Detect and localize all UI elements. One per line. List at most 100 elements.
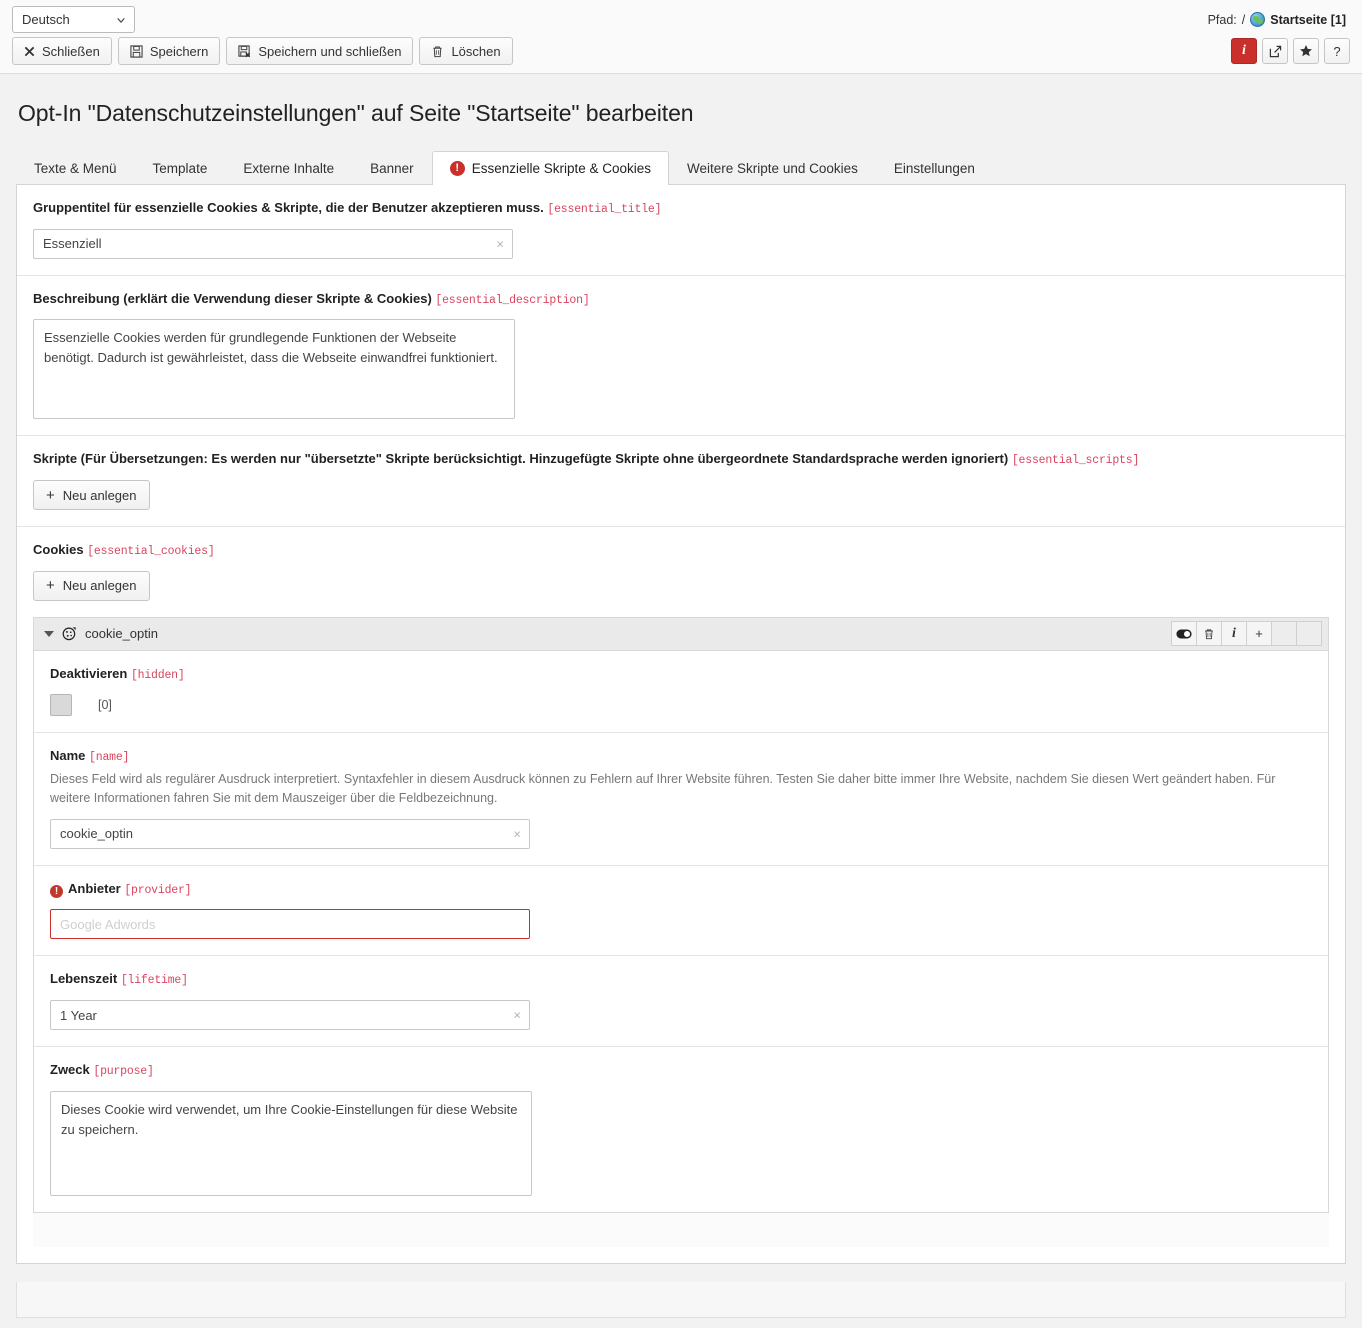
caret-down-icon[interactable]: [44, 630, 54, 637]
tab-banner[interactable]: Banner: [352, 151, 432, 185]
save-button[interactable]: Speichern: [117, 37, 221, 65]
tab-template[interactable]: Template: [135, 151, 226, 185]
essential-scripts-label: Skripte (Für Übersetzungen: Es werden nu…: [33, 450, 1329, 470]
add-script-button-label: Neu anlegen: [62, 487, 137, 503]
clear-icon[interactable]: ×: [513, 1009, 521, 1022]
lifetime-key: [lifetime]: [120, 974, 188, 988]
add-cookie-button[interactable]: + Neu anlegen: [33, 570, 150, 601]
empty-slot-1: [1271, 621, 1297, 647]
tab-weitere-skripte-cookies[interactable]: Weitere Skripte und Cookies: [669, 151, 876, 185]
info-button[interactable]: i: [1231, 38, 1257, 64]
essential-description-key: [essential_description]: [435, 293, 590, 307]
close-button-label: Schließen: [42, 43, 100, 59]
language-select[interactable]: Deutsch: [12, 6, 135, 33]
purpose-label: Zweck [purpose]: [50, 1061, 1312, 1081]
hidden-checkbox[interactable]: [50, 694, 72, 717]
field-hidden: Deaktivieren [hidden] [0]: [34, 650, 1328, 734]
delete-button-label: Löschen: [451, 43, 501, 59]
floppy-disk-x-icon: [238, 44, 251, 57]
cookie-item-title: cookie_optin: [85, 626, 158, 642]
name-key: [name]: [89, 751, 130, 765]
tab-texte-menu[interactable]: Texte & Menü: [16, 151, 135, 185]
cookie-item: cookie_optin i + Deaktivieren [hidden] […: [33, 616, 1329, 1213]
plus-icon: +: [46, 577, 55, 595]
lifetime-label: Lebenszeit [lifetime]: [50, 970, 1312, 990]
essential-description-label: Beschreibung (erklärt die Verwendung die…: [33, 290, 1329, 310]
help-button[interactable]: ?: [1324, 38, 1350, 64]
hidden-label-text: Deaktivieren: [50, 665, 128, 681]
add-script-button[interactable]: + Neu anlegen: [33, 480, 150, 511]
clear-icon[interactable]: ×: [496, 237, 504, 250]
essential-description-label-text: Beschreibung (erklärt die Verwendung die…: [33, 290, 432, 306]
essential-scripts-key: [essential_scripts]: [1011, 454, 1140, 468]
essential-scripts-label-text: Skripte (Für Übersetzungen: Es werden nu…: [33, 451, 1009, 467]
field-purpose: Zweck [purpose]: [34, 1047, 1328, 1212]
essential-title-label: Gruppentitel für essenzielle Cookies & S…: [33, 199, 1329, 219]
hidden-value: [0]: [98, 698, 112, 713]
field-essential-scripts: Skripte (Für Übersetzungen: Es werden nu…: [17, 436, 1345, 528]
field-essential-title: Gruppentitel für essenzielle Cookies & S…: [17, 185, 1345, 276]
language-select-wrapper[interactable]: Deutsch: [12, 6, 135, 33]
lifetime-input-wrapper: ×: [50, 1000, 530, 1031]
open-external-button[interactable]: [1262, 38, 1288, 64]
globe-icon: [1250, 12, 1266, 27]
cookie-item-header[interactable]: cookie_optin i +: [34, 617, 1328, 651]
page-title: Opt-In "Datenschutzeinstellungen" auf Se…: [18, 100, 694, 126]
name-help-text: Dieses Feld wird als regulärer Ausdruck …: [50, 772, 1276, 806]
lifetime-input[interactable]: [50, 1000, 530, 1031]
favorite-button[interactable]: [1293, 38, 1319, 64]
name-input[interactable]: [50, 818, 530, 849]
tab-label: Banner: [370, 161, 414, 176]
tab-label: Essenzielle Skripte & Cookies: [471, 161, 652, 176]
toggle-active-button[interactable]: [1171, 621, 1197, 647]
essential-cookies-label-text: Cookies: [33, 542, 84, 558]
field-lifetime: Lebenszeit [lifetime] ×: [34, 956, 1328, 1048]
tab-essenzielle-skripte-cookies[interactable]: ! Essenzielle Skripte & Cookies: [431, 151, 670, 185]
floppy-disk-icon: [130, 44, 143, 58]
top-toolbar: Deutsch Pfad: / Startseite [1] Schließen: [0, 0, 1362, 74]
name-label: Name [name]: [50, 747, 1312, 767]
path-label: Pfad:: [1207, 12, 1237, 27]
clear-icon[interactable]: ×: [513, 827, 521, 840]
save-and-close-button[interactable]: Speichern und schließen: [226, 37, 414, 65]
tab-label: Template: [152, 161, 208, 176]
info-cookie-button[interactable]: i: [1221, 621, 1247, 647]
error-icon: !: [449, 161, 465, 176]
tab-panel-essential: Gruppentitel für essenzielle Cookies & S…: [16, 185, 1346, 1264]
star-icon: [1300, 45, 1312, 57]
essential-title-input[interactable]: [33, 228, 513, 259]
external-link-icon: [1269, 45, 1281, 57]
delete-cookie-button[interactable]: [1196, 621, 1222, 647]
tab-externe-inhalte[interactable]: Externe Inhalte: [225, 151, 352, 185]
provider-input[interactable]: [50, 909, 530, 940]
provider-label: ! Anbieter [provider]: [50, 880, 1312, 900]
purpose-key: [purpose]: [93, 1065, 154, 1079]
tab-label: Einstellungen: [893, 161, 975, 176]
field-essential-cookies: Cookies [essential_cookies] + Neu anlege…: [17, 527, 1345, 1263]
empty-slot-2: [1296, 621, 1322, 647]
close-button[interactable]: Schließen: [12, 37, 112, 65]
delete-button[interactable]: Löschen: [419, 37, 513, 65]
panel-footer-spacer: [33, 1212, 1329, 1247]
add-cookie-row-button[interactable]: +: [1246, 621, 1272, 647]
tab-einstellungen[interactable]: Einstellungen: [876, 151, 993, 185]
utility-icon-group: i ?: [1231, 38, 1350, 64]
purpose-textarea[interactable]: [50, 1090, 532, 1196]
essential-description-textarea[interactable]: [33, 319, 515, 420]
toggle-icon: [1176, 629, 1192, 639]
required-error-icon: !: [50, 885, 63, 899]
hidden-label: Deaktivieren [hidden]: [50, 665, 1312, 685]
field-name: Name [name] Dieses Feld wird als regulär…: [34, 733, 1328, 866]
trash-icon: [433, 46, 443, 57]
tab-bar: Texte & Menü Template Externe Inhalte Ba…: [16, 151, 1346, 185]
essential-title-key: [essential_title]: [547, 203, 662, 216]
hidden-key: [hidden]: [130, 668, 185, 682]
tab-label: Externe Inhalte: [243, 161, 335, 176]
add-cookie-button-label: Neu anlegen: [62, 578, 137, 594]
field-provider: ! Anbieter [provider]: [34, 865, 1328, 957]
trash-icon: [1205, 629, 1213, 639]
info-cookie-button-glyph: i: [1232, 625, 1236, 641]
name-label-text: Name: [50, 748, 86, 764]
plus-icon: +: [46, 486, 55, 504]
essential-cookies-key: [essential_cookies]: [87, 545, 215, 559]
